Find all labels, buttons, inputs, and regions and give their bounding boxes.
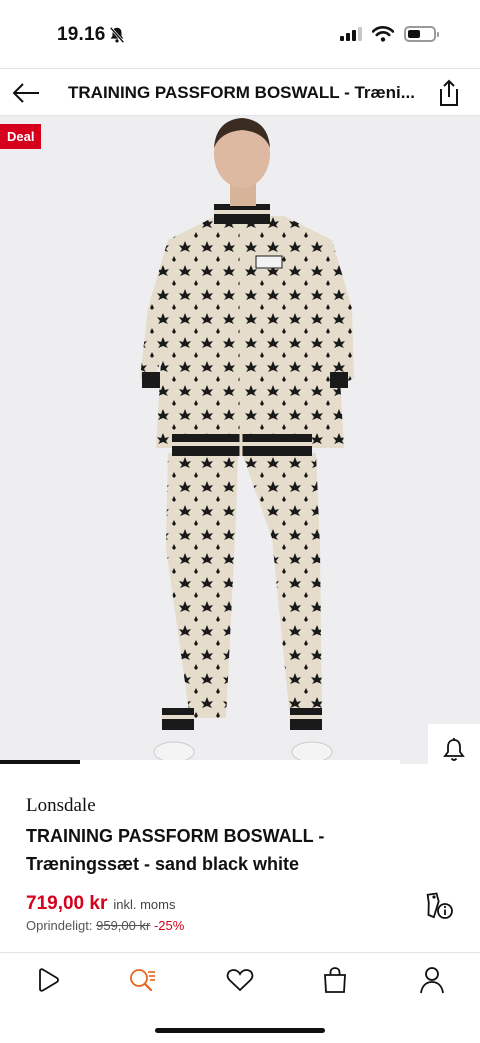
- product-image: [140, 118, 354, 763]
- home-icon: [39, 968, 59, 992]
- bag-icon: [324, 967, 346, 993]
- current-price: 719,00 kr: [26, 893, 108, 914]
- bell-icon: [443, 737, 465, 761]
- product-image-gallery[interactable]: Deal: [0, 116, 480, 764]
- bottom-navigation: [0, 952, 480, 1010]
- nav-account[interactable]: [417, 965, 447, 995]
- nav-search[interactable]: [128, 965, 158, 995]
- price-row: 719,00 kr inkl. moms: [26, 893, 175, 915]
- wifi-icon: [372, 26, 394, 42]
- product-header: TRAINING PASSFORM BOSWALL - Træni...: [0, 68, 480, 116]
- back-button[interactable]: [6, 73, 46, 113]
- deal-badge: Deal: [0, 124, 42, 149]
- wishlist-icon: [226, 969, 254, 992]
- product-name: TRAINING PASSFORM BOSWALL - Træningssæt …: [26, 826, 325, 874]
- price-info-tag-icon[interactable]: [426, 890, 454, 920]
- price-vat-note: inkl. moms: [113, 897, 176, 912]
- home-indicator: [155, 1028, 325, 1033]
- original-price-row: Oprindeligt: 959,00 kr -25%: [26, 918, 184, 933]
- brand-name[interactable]: Lonsdale: [26, 795, 96, 817]
- status-bar: 19.16: [0, 0, 480, 68]
- original-price: 959,00 kr: [96, 918, 151, 933]
- nav-bag[interactable]: [320, 965, 350, 995]
- nav-wishlist[interactable]: [225, 965, 255, 995]
- original-price-label: Oprindeligt:: [26, 918, 93, 933]
- signal-icon: [340, 27, 362, 41]
- status-time: 19.16: [57, 24, 106, 45]
- account-icon: [420, 967, 444, 994]
- discount-badge: -25%: [153, 918, 185, 933]
- battery-icon: [404, 26, 439, 42]
- page-title: TRAINING PASSFORM BOSWALL - Træni...: [68, 83, 415, 102]
- image-progress-indicator: [0, 760, 80, 764]
- share-icon: [440, 79, 458, 106]
- share-button[interactable]: [432, 75, 466, 111]
- notify-button[interactable]: [428, 724, 480, 764]
- side-actions: [428, 724, 480, 764]
- bell-off-icon: [109, 26, 125, 44]
- arrow-left-icon: [12, 83, 39, 103]
- nav-home[interactable]: [33, 965, 63, 995]
- search-icon: [130, 969, 155, 992]
